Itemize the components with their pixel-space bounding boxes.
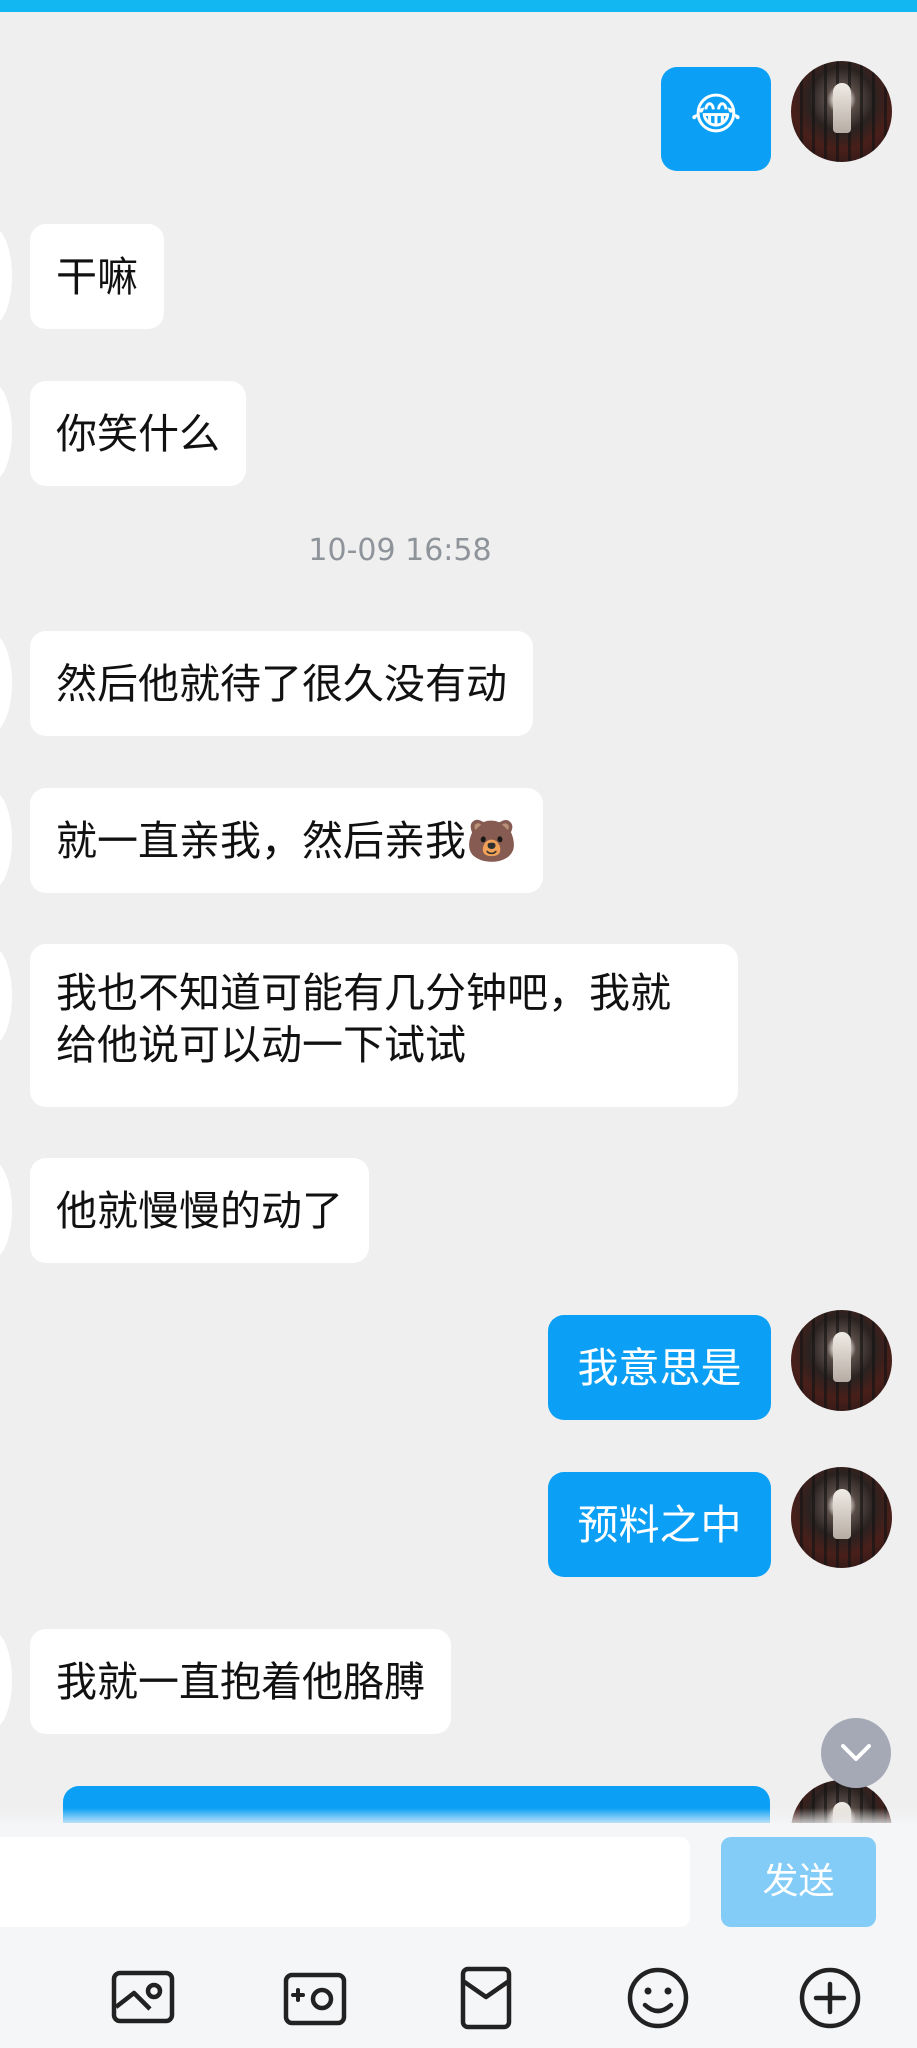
message-bubble-incoming[interactable]: 你笑什么 [30, 381, 246, 486]
message-text-line: 我也不知道可能有几分钟吧，我就 [56, 969, 671, 1017]
contact-avatar[interactable] [0, 382, 12, 482]
message-text: 我意思是 [577, 1344, 742, 1392]
image-icon[interactable] [108, 1963, 178, 2033]
message-bubble-incoming[interactable]: 我就一直抱着他胳膊 [30, 1629, 451, 1734]
message-text: 预料之中 [577, 1501, 742, 1549]
chevron-down-icon [841, 1744, 871, 1761]
contact-avatar[interactable] [0, 1630, 12, 1730]
message-text: 就一直亲我，然后亲我🐻 [56, 817, 518, 865]
contact-avatar[interactable] [0, 633, 12, 733]
message-bubble-incoming[interactable]: 就一直亲我，然后亲我🐻 [30, 788, 544, 893]
message-bubble-incoming[interactable]: 干嘛 [30, 224, 164, 329]
send-button[interactable]: 发送 [721, 1837, 876, 1927]
message-bubble-incoming[interactable]: 然后他就待了很久没有动 [30, 631, 533, 736]
emoji-icon[interactable] [623, 1963, 693, 2033]
contact-avatar[interactable] [0, 226, 12, 326]
contact-avatar[interactable] [0, 1160, 12, 1260]
user-avatar[interactable] [791, 61, 892, 162]
message-text: 他就慢慢的动了 [56, 1187, 343, 1235]
message-bubble-outgoing[interactable]: 预料之中 [548, 1472, 771, 1577]
composer-toolbar [0, 1963, 917, 2043]
plus-icon[interactable] [795, 1963, 865, 2033]
camera-icon[interactable] [280, 1963, 350, 2033]
message-input[interactable] [0, 1837, 690, 1927]
scroll-to-bottom-button[interactable] [821, 1718, 891, 1788]
red-packet-icon[interactable] [451, 1963, 521, 2033]
contact-avatar[interactable] [0, 790, 12, 890]
user-avatar[interactable] [791, 1310, 892, 1411]
message-text-line: 给他说可以动一下试试 [56, 1021, 466, 1069]
contact-avatar[interactable] [0, 946, 12, 1046]
message-text: 然后他就待了很久没有动 [56, 660, 507, 708]
message-bubble-outgoing[interactable]: 我意思是 [548, 1315, 771, 1420]
message-bubble-outgoing[interactable]: 😂 [661, 67, 771, 171]
user-avatar[interactable] [791, 1467, 892, 1568]
timestamp: 10-09 16:58 [308, 533, 492, 568]
message-text: 😂 [690, 89, 742, 140]
message-text: 干嘛 [56, 253, 138, 301]
message-text: 你笑什么 [56, 410, 220, 458]
message-bubble-incoming[interactable]: 我也不知道可能有几分钟吧，我就 给他说可以动一下试试 [30, 944, 738, 1107]
message-bubble-incoming[interactable]: 他就慢慢的动了 [30, 1158, 369, 1263]
chat-area[interactable]: 😂 干嘛 你笑什么 10-09 16:58 然后他就待了很久没有动 就一直亲我，… [0, 0, 917, 1823]
message-composer: 发送 [0, 1823, 917, 2048]
message-text: 我就一直抱着他胳膊 [56, 1658, 425, 1706]
